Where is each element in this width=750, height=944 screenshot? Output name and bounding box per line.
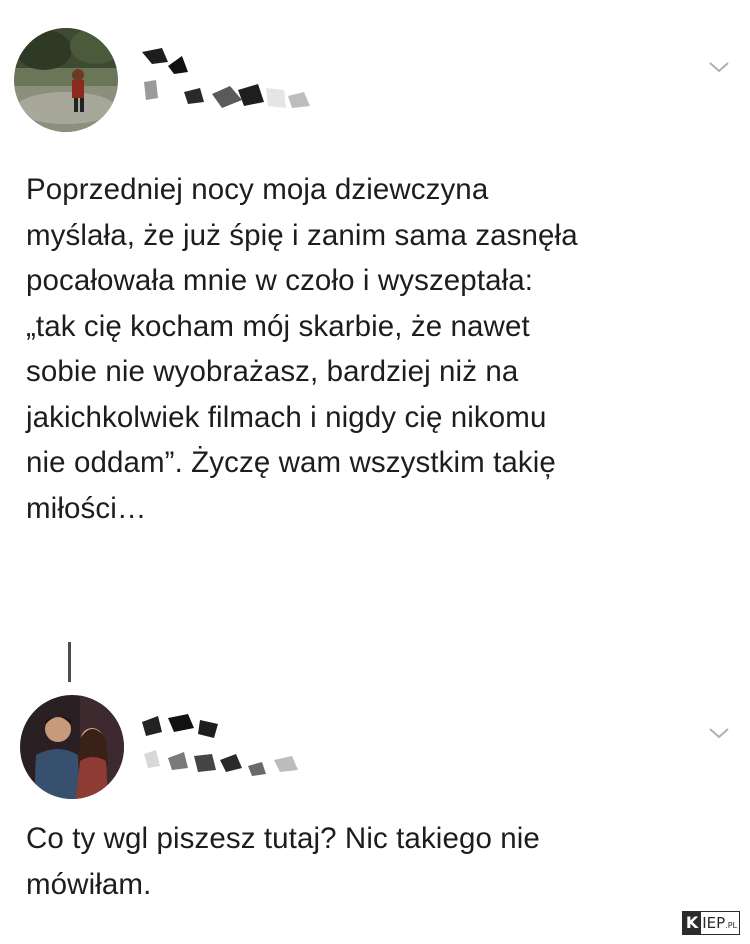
- thread-connector-line: [68, 642, 71, 682]
- reply-post: Co ty wgl piszesz tutaj? Nic takiego nie…: [0, 690, 750, 920]
- site-watermark-logo: K IEP.PL: [681, 911, 740, 935]
- watermark-text: IEP.PL: [702, 914, 737, 932]
- post-text-line: myślała, że już śpię i zanim sama zasnęł…: [26, 218, 578, 252]
- reply-text-line: mówiłam.: [26, 867, 152, 901]
- watermark-k: K: [682, 912, 702, 934]
- original-post: Poprzedniej nocy moja dziewczyna myślała…: [0, 0, 750, 620]
- post-text: Poprzedniej nocy moja dziewczyna myślała…: [26, 167, 578, 531]
- author-avatar[interactable]: [14, 28, 118, 132]
- post-text-line: jakichkolwiek filmach i nigdy cię nikomu: [26, 400, 547, 434]
- reply-text-line: Co ty wgl piszesz tutaj? Nic takiego nie: [26, 822, 540, 855]
- reply-author-avatar[interactable]: [20, 695, 124, 799]
- post-text-line: pocałowała mnie w czoło i wyszeptała:: [26, 264, 534, 297]
- redacted-author-name: [142, 48, 310, 108]
- post-text-line: „tak cię kocham mój skarbie, że nawet: [26, 309, 530, 343]
- post-text-line: miłości…: [26, 491, 147, 525]
- reply-text: Co ty wgl piszesz tutaj? Nic takiego nie…: [26, 816, 540, 907]
- post-text-line: nie oddam”. Życzę wam wszystkim takie̦: [26, 446, 556, 479]
- reply-menu-chevron-icon[interactable]: [708, 726, 730, 740]
- redacted-reply-author-name: [142, 714, 298, 776]
- post-text-line: sobie nie wyobrażasz, bardziej niż na: [26, 355, 519, 388]
- post-menu-chevron-icon[interactable]: [708, 60, 730, 74]
- post-text-line: Poprzedniej nocy moja dziewczyna: [26, 173, 489, 206]
